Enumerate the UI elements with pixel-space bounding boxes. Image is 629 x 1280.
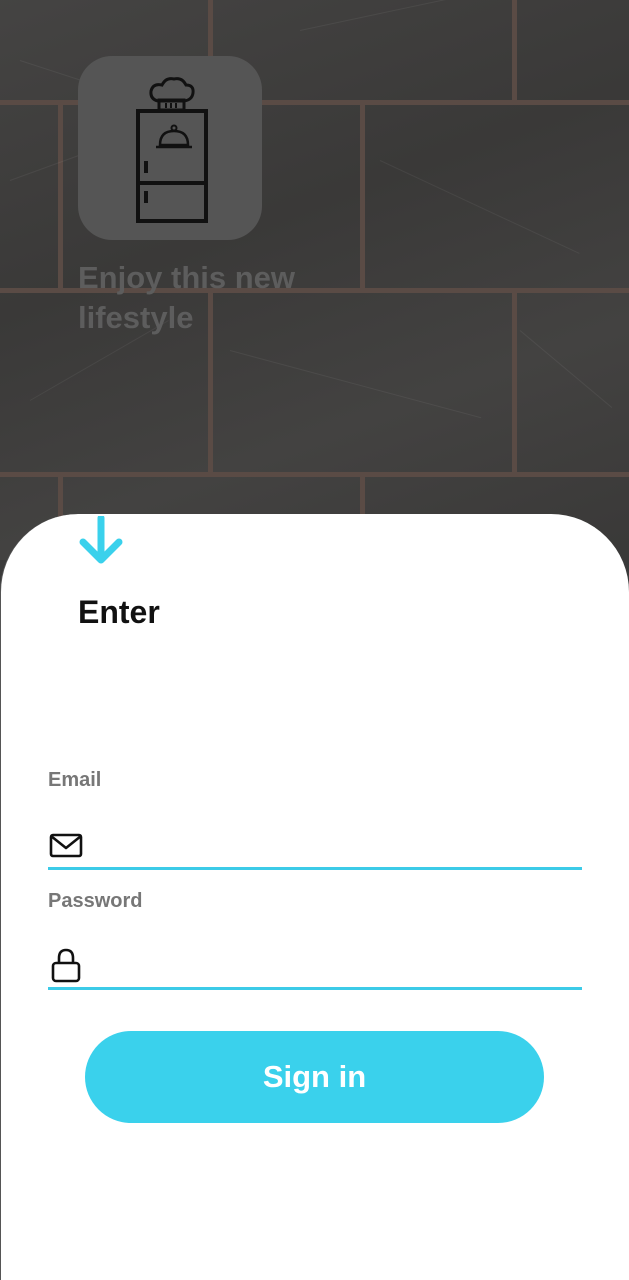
app-logo xyxy=(78,56,262,240)
password-label: Password xyxy=(48,890,143,912)
password-input[interactable] xyxy=(98,946,582,983)
email-field[interactable] xyxy=(48,822,582,870)
hero-tagline: Enjoy this new lifestyle xyxy=(78,260,296,335)
arrow-down-icon[interactable] xyxy=(78,516,124,564)
lock-icon xyxy=(51,948,81,982)
mail-icon xyxy=(49,833,83,857)
password-field[interactable] xyxy=(48,942,582,990)
email-label: Email xyxy=(48,769,102,791)
email-input[interactable] xyxy=(98,826,582,863)
fridge-chef-icon xyxy=(136,77,208,223)
sign-in-button[interactable]: Sign in xyxy=(85,1031,544,1123)
sheet-title: Enter xyxy=(78,594,160,630)
